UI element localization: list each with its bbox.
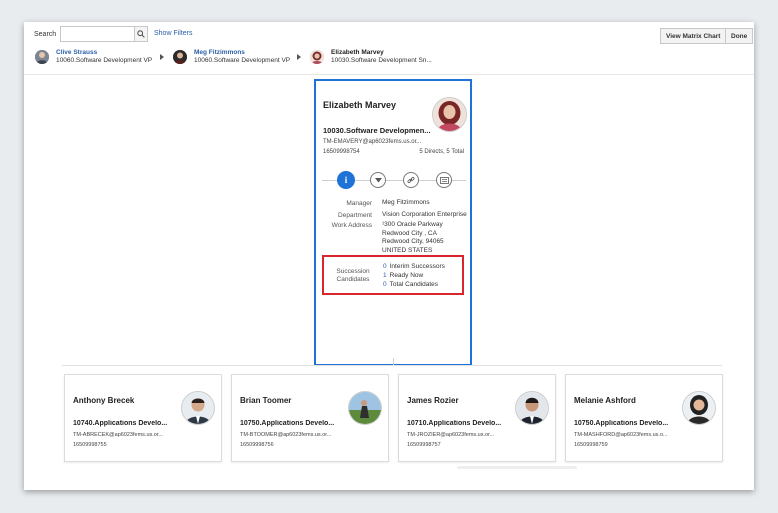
- succession-row[interactable]: 1 Ready Now: [383, 272, 423, 279]
- top-bar: Search Show Filters View Matrix Chart Do…: [24, 22, 754, 75]
- address-line: Redwood City, 94065: [382, 238, 444, 245]
- breadcrumb-item[interactable]: Elizabeth Marvey 10030.Software Developm…: [310, 49, 432, 65]
- id-card-icon[interactable]: [436, 172, 452, 188]
- direct-report-card[interactable]: Anthony Brecek 10740.Applications Develo…: [64, 374, 222, 462]
- breadcrumb-title: 10030.Software Development Sn...: [331, 57, 432, 64]
- succession-count: 0: [383, 263, 387, 270]
- horizontal-scrollbar[interactable]: [457, 466, 577, 469]
- search-input[interactable]: [60, 26, 142, 42]
- succession-count: 0: [383, 281, 387, 288]
- person-phone: 16509998754: [323, 149, 360, 155]
- breadcrumb-arrow-icon: [297, 54, 301, 60]
- directs-divider: [62, 365, 722, 366]
- address-line: Redwood City , CA: [382, 229, 437, 237]
- avatar: [310, 50, 324, 64]
- department-value: Vision Corporation Enterprise: [382, 211, 467, 218]
- manager-label: Manager: [346, 200, 372, 207]
- direct-report-card[interactable]: Brian Toomer 10750.Applications Develo..…: [231, 374, 389, 462]
- search-icon: [137, 30, 145, 38]
- selected-person-card[interactable]: Elizabeth Marvey 10030.Software Developm…: [314, 79, 472, 366]
- direct-report-card[interactable]: Melanie Ashford 10750.Applications Devel…: [565, 374, 723, 462]
- succession-row[interactable]: 0 Interim Successors: [383, 263, 445, 270]
- address-line: UNITED STATES: [382, 246, 433, 254]
- person-name: Elizabeth Marvey: [323, 100, 397, 110]
- succession-label: Succession Candidates: [336, 268, 370, 283]
- breadcrumb-title: 10060.Software Development VP: [194, 57, 291, 64]
- show-filters-link[interactable]: Show Filters: [154, 30, 193, 37]
- succession-row-label: Interim Successors: [389, 263, 445, 270]
- direct-report-card[interactable]: James Rozier 10710.Applications Develo..…: [398, 374, 556, 462]
- department-label: Department: [338, 212, 372, 219]
- person-name: Anthony Brecek: [73, 396, 135, 405]
- person-title: 10740.Applications Develo...: [73, 420, 168, 427]
- succession-row-label: Ready Now: [389, 272, 424, 279]
- avatar: [35, 50, 49, 64]
- breadcrumb-name: Meg Fitzimmons: [194, 49, 245, 56]
- breadcrumb-title: 10060.Software Development VP: [56, 57, 153, 64]
- person-phone: 16509998756: [240, 442, 274, 448]
- person-phone: 16509998755: [73, 442, 107, 448]
- org-chart-page: Search Show Filters View Matrix Chart Do…: [24, 22, 754, 490]
- work-address-value: ¹300 Oracle Parkway Redwood City , CA Re…: [382, 221, 444, 255]
- info-icon[interactable]: i: [337, 171, 355, 189]
- avatar: [181, 391, 215, 425]
- address-line: ¹300 Oracle Parkway: [382, 221, 443, 228]
- avatar: [173, 50, 187, 64]
- directs-count[interactable]: 5 Directs, 5 Total: [419, 149, 464, 155]
- avatar: [515, 391, 549, 425]
- person-name: Brian Toomer: [240, 396, 292, 405]
- person-phone: 16509998757: [407, 442, 441, 448]
- done-button[interactable]: Done: [725, 28, 754, 44]
- breadcrumb-item[interactable]: Meg Fitzimmons 10060.Software Developmen…: [173, 49, 290, 65]
- link-icon[interactable]: [403, 172, 419, 188]
- person-email[interactable]: TM-ABRECEK@ap6023fems.us.or...: [73, 432, 163, 438]
- avatar: [348, 391, 382, 425]
- view-matrix-chart-button[interactable]: View Matrix Chart: [660, 28, 727, 44]
- breadcrumb-item[interactable]: Clive Strauss 10060.Software Development…: [35, 49, 152, 65]
- person-title: 10030.Software Developmen...: [323, 126, 431, 135]
- chevron-down-icon[interactable]: [370, 172, 386, 188]
- person-title: 10750.Applications Develo...: [574, 420, 669, 427]
- work-address-label: Work Address: [331, 222, 372, 229]
- avatar: [682, 391, 716, 425]
- person-email[interactable]: TM-EMAVERY@ap6023fems.us.or...: [323, 139, 421, 145]
- person-name: James Rozier: [407, 396, 459, 405]
- succession-row-label: Total Candidates: [389, 281, 439, 288]
- manager-value[interactable]: Meg Fitzimmons: [382, 199, 430, 208]
- person-email[interactable]: TM-JROZIER@ap6023fems.us.or...: [407, 432, 494, 438]
- person-title: 10710.Applications Develo...: [407, 420, 502, 427]
- person-phone: 16509998759: [574, 442, 608, 448]
- succession-row[interactable]: 0 Total Candidates: [383, 281, 438, 288]
- person-email[interactable]: TM-BTOOMER@ap6023fems.us.or...: [240, 432, 331, 438]
- search-label: Search: [34, 31, 57, 38]
- succession-count: 1: [383, 272, 387, 279]
- search-button[interactable]: [134, 26, 148, 42]
- person-email[interactable]: TM-MASHFORD@ap6023fems.us.o...: [574, 432, 668, 438]
- person-name: Melanie Ashford: [574, 396, 636, 405]
- breadcrumb-arrow-icon: [160, 54, 164, 60]
- breadcrumb-name: Elizabeth Marvey: [331, 49, 384, 56]
- person-title: 10750.Applications Develo...: [240, 420, 335, 427]
- succession-candidates-box: Succession Candidates 0 Interim Successor…: [322, 255, 464, 295]
- breadcrumb-name: Clive Strauss: [56, 49, 98, 56]
